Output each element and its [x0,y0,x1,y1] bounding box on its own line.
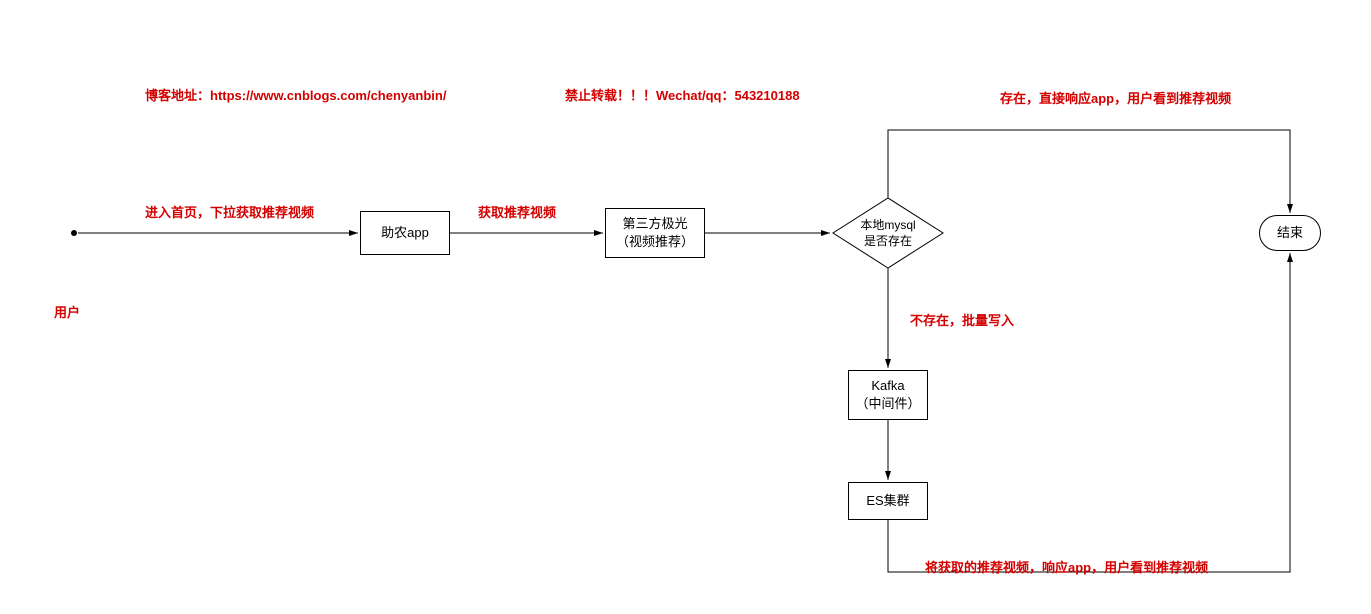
node-third-l2: （视频推荐） [616,233,694,251]
node-kafka-l2: （中间件） [855,395,920,413]
edge-exists-end [888,130,1290,213]
decision-l2: 是否存在 [864,234,912,248]
decision-l1: 本地mysql [860,218,915,232]
start-dot [71,230,77,236]
node-es: ES集群 [848,482,928,520]
label-enter-home: 进入首页，下拉获取推荐视频 [145,202,314,221]
edge-es-end [888,253,1290,572]
node-third: 第三方极光 （视频推荐） [605,208,705,258]
node-end: 结束 [1259,215,1321,251]
label-bottom: 将获取的推荐视频，响应app，用户看到推荐视频 [925,557,1208,576]
node-end-text: 结束 [1277,224,1303,242]
label-not-exists: 不存在，批量写入 [910,310,1014,329]
header-notice: 禁止转载！！！Wechat/qq：543210188 [565,85,800,104]
node-app: 助农app [360,211,450,255]
user-label: 用户 [54,302,80,321]
header-blog: 博客地址：https://www.cnblogs.com/chenyanbin/ [145,85,446,104]
label-exists: 存在，直接响应app，用户看到推荐视频 [1000,88,1231,107]
node-app-text: 助农app [381,224,429,242]
label-get-video: 获取推荐视频 [478,202,556,221]
node-third-l1: 第三方极光 [622,215,687,233]
decision-text: 本地mysql 是否存在 [853,218,923,249]
node-kafka: Kafka （中间件） [848,370,928,420]
node-es-text: ES集群 [866,492,909,510]
node-kafka-l1: Kafka [871,377,904,395]
